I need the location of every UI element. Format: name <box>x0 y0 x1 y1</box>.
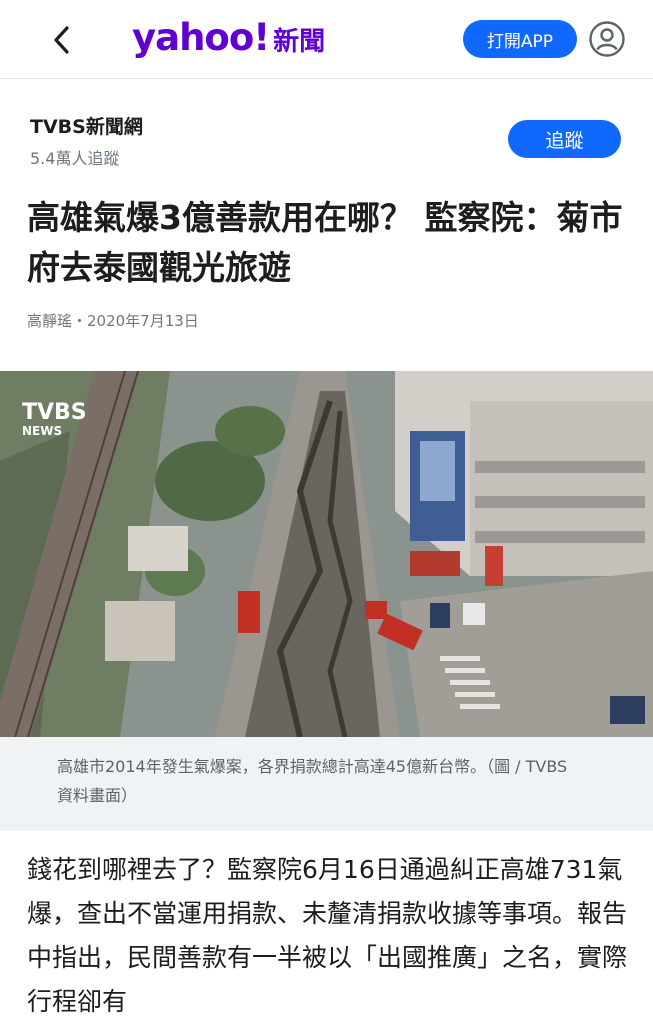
follow-button[interactable]: 追蹤 <box>508 120 621 158</box>
explosion-aerial-image: TVBS NEWS <box>0 371 653 737</box>
article-headline: 高雄氣爆3億善款用在哪？ 監察院：菊市府去泰國觀光旅遊 <box>27 198 623 287</box>
article-photo[interactable]: TVBS NEWS <box>0 371 653 737</box>
article-body: 錢花到哪裡去了？監察院6月16日通過糾正高雄731氣爆，查出不當運用捐款、未釐清… <box>27 855 628 1016</box>
logo-section-name: 新聞 <box>273 27 326 57</box>
publisher-name[interactable]: TVBS新聞網 <box>30 112 143 139</box>
publisher-followers: 5.4萬人追蹤 <box>30 149 120 168</box>
article-byline: 高靜瑤・2020年7月13日 <box>27 312 199 330</box>
photo-caption: 高雄市2014年發生氣爆案，各界捐款總計高達45億新台幣。（圖 / TVBS資料… <box>57 757 568 805</box>
logo-wordmark: yahoo! <box>132 16 270 59</box>
profile-icon <box>589 21 625 57</box>
back-chevron-icon <box>54 26 69 54</box>
watermark-news: NEWS <box>22 424 62 438</box>
profile-button[interactable] <box>589 21 625 57</box>
top-bar: yahoo! 新聞 打開APP <box>0 0 653 79</box>
back-button[interactable] <box>44 22 80 58</box>
open-app-button[interactable]: 打開APP <box>463 20 577 58</box>
yahoo-news-logo[interactable]: yahoo! 新聞 <box>132 16 325 59</box>
watermark-tvbs: TVBS <box>22 400 87 425</box>
